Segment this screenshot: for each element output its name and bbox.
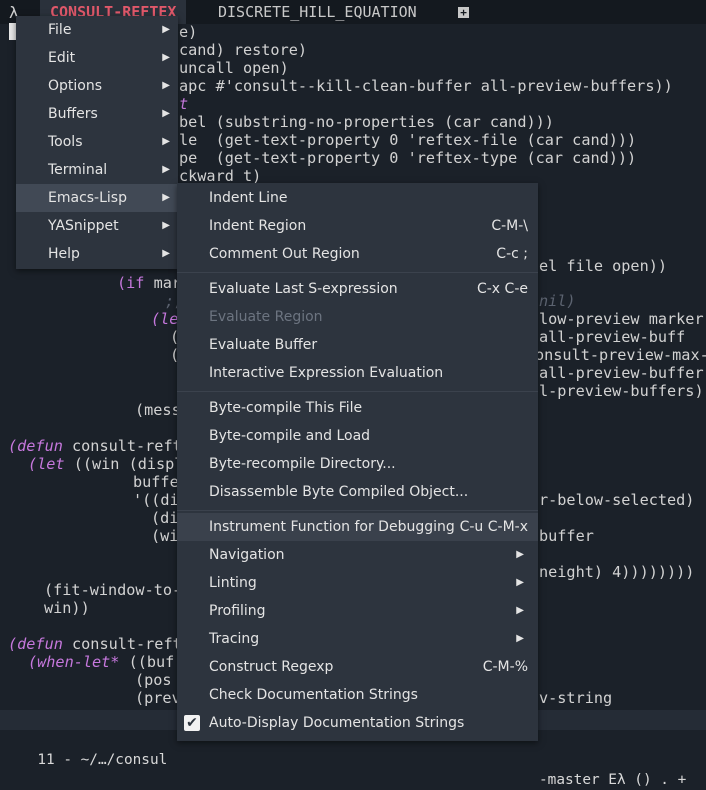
code-line: bel (substring-no-properties (car cand))…	[179, 113, 554, 131]
checkbox-checked-icon[interactable]: ✔	[184, 715, 200, 731]
code-line: buffe	[133, 473, 179, 491]
menu-item-edit[interactable]: Edit ▶	[16, 44, 178, 72]
code-line: el file open))	[539, 257, 668, 275]
menu-separator	[177, 391, 538, 392]
code-line: all-preview-buff	[539, 328, 686, 346]
code-line: (let ((win (displ	[28, 455, 184, 473]
menu-item-construct-regexp[interactable]: Construct Regexp C-M-%	[177, 653, 538, 681]
menu-separator	[177, 272, 538, 273]
chevron-right-icon: ▶	[516, 633, 524, 644]
menu-item-yasnippet[interactable]: YASnippet ▶	[16, 212, 178, 240]
chevron-right-icon: ▶	[162, 52, 170, 63]
code-line: (if mar	[117, 274, 182, 292]
code-line: (le	[151, 310, 179, 328]
menu-item-options[interactable]: Options ▶	[16, 72, 178, 100]
code-line: l-preview-buffers))	[539, 382, 706, 400]
chevron-right-icon: ▶	[516, 549, 524, 560]
mode-line-buffer: 11 - ~/…/consul	[20, 752, 168, 768]
code-line: onsult-preview-max-	[535, 346, 706, 364]
code-line: cand) restore)	[179, 41, 308, 59]
menu-item-linting[interactable]: Linting ▶	[177, 569, 538, 597]
code-line: '((di	[133, 491, 179, 509]
emacs-lisp-submenu: Indent Line Indent Region C-M-\ Comment O…	[177, 183, 538, 741]
chevron-right-icon: ▶	[162, 164, 170, 175]
code-line: buffer	[539, 527, 594, 545]
add-tab-icon[interactable]: +	[458, 7, 469, 18]
menu-item-interactive-expression-evaluation[interactable]: Interactive Expression Evaluation	[177, 359, 538, 387]
chevron-right-icon: ▶	[516, 577, 524, 588]
menu-item-byte-compile-file[interactable]: Byte-compile This File	[177, 394, 538, 422]
menu-item-evaluate-region: Evaluate Region	[209, 309, 323, 325]
menu-item-indent-line[interactable]: Indent Line	[177, 184, 538, 212]
menu-separator	[177, 510, 538, 511]
mode-line-right: -master Eλ () . +	[539, 772, 687, 788]
code-line: neight) 4))))))))	[539, 563, 695, 581]
menu-item-disassemble[interactable]: Disassemble Byte Compiled Object...	[177, 478, 538, 506]
menu-item-byte-compile-and-load[interactable]: Byte-compile and Load	[177, 422, 538, 450]
menu-item-terminal[interactable]: Terminal ▶	[16, 156, 178, 184]
code-line: (wi	[151, 527, 179, 545]
menu-item-help[interactable]: Help ▶	[16, 240, 178, 268]
chevron-right-icon: ▶	[162, 136, 170, 147]
chevron-right-icon: ▶	[162, 80, 170, 91]
menu-item-indent-region[interactable]: Indent Region C-M-\	[177, 212, 538, 240]
menu-item-check-doc-strings[interactable]: Check Documentation Strings	[177, 681, 538, 709]
menu-item-auto-display-doc-strings[interactable]: ✔ Auto-Display Documentation Strings	[177, 709, 538, 737]
code-line: apc #'consult--kill-clean-buffer all-pre…	[179, 77, 673, 95]
menu-item-file[interactable]: File ▶	[16, 16, 178, 44]
code-line: r-below-selected)	[539, 491, 695, 509]
menu-item-navigation[interactable]: Navigation ▶	[177, 541, 538, 569]
code-line: le (get-text-property 0 'reftex-file (ca…	[179, 131, 637, 149]
code-line: (defun consult-reft	[8, 437, 182, 455]
main-menu: File ▶ Edit ▶ Options ▶ Buffers ▶ Tools ▶ Ter…	[16, 16, 178, 269]
code-line: (when-let* ((buf	[28, 653, 175, 671]
code-line: t	[179, 95, 189, 113]
tab-discrete-hill-equation[interactable]: DISCRETE_HILL_EQUATION	[208, 0, 427, 24]
menu-item-emacs-lisp[interactable]: Emacs-Lisp ▶	[16, 184, 178, 212]
menu-item-evaluate-last-sexp[interactable]: Evaluate Last S-expression C-x C-e	[177, 275, 538, 303]
chevron-right-icon: ▶	[162, 220, 170, 231]
code-line: (di	[151, 509, 179, 527]
menu-item-byte-recompile-directory[interactable]: Byte-recompile Directory...	[177, 450, 538, 478]
chevron-right-icon: ▶	[162, 192, 170, 203]
menu-item-tools[interactable]: Tools ▶	[16, 128, 178, 156]
chevron-right-icon: ▶	[162, 24, 170, 35]
menu-item-evaluate-buffer[interactable]: Evaluate Buffer	[177, 331, 538, 359]
chevron-right-icon: ▶	[516, 605, 524, 616]
code-line: pe (get-text-property 0 'reftex-type (ca…	[179, 149, 637, 167]
menu-item-tracing[interactable]: Tracing ▶	[177, 625, 538, 653]
code-line: nil)	[539, 292, 576, 310]
code-line: low-preview marker	[539, 310, 704, 328]
menu-item-instrument-function[interactable]: Instrument Function for Debugging C-u C-M…	[177, 513, 538, 541]
chevron-right-icon: ▶	[162, 108, 170, 119]
code-line: (defun consult-reft	[8, 635, 182, 653]
code-line: e)	[179, 23, 198, 41]
menu-item-comment-out-region[interactable]: Comment Out Region C-c ;	[177, 240, 538, 268]
code-line: (mess	[135, 401, 181, 419]
code-line: (fit-window-to-	[44, 581, 182, 599]
code-line: (pos	[135, 671, 172, 689]
menu-item-buffers[interactable]: Buffers ▶	[16, 100, 178, 128]
chevron-right-icon: ▶	[162, 248, 170, 259]
code-line: (prev	[135, 689, 181, 707]
code-line: win))	[44, 599, 90, 617]
code-line: v-string	[539, 689, 613, 707]
menu-item-profiling[interactable]: Profiling ▶	[177, 597, 538, 625]
code-line: uncall open)	[179, 59, 289, 77]
code-line: all-preview-buffer	[539, 364, 704, 382]
